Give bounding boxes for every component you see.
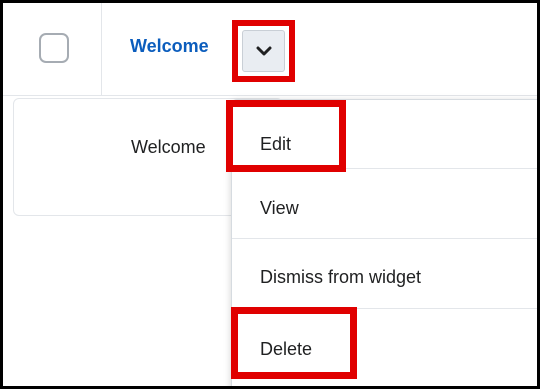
actions-dropdown-button[interactable] — [232, 20, 295, 82]
dropdown-button-face[interactable] — [242, 30, 285, 72]
screenshot-frame: Welcome Welcome Edit View Dismiss from w… — [0, 0, 540, 389]
list-row: Welcome — [3, 3, 537, 96]
menu-item-view[interactable]: View — [232, 170, 537, 239]
item-title-link[interactable]: Welcome — [130, 36, 209, 57]
menu-item-label: View — [260, 198, 299, 218]
select-checkbox[interactable] — [39, 33, 69, 63]
menu-item-label: Dismiss from widget — [260, 267, 422, 287]
card-text: Welcome — [131, 137, 206, 157]
chevron-down-icon — [256, 46, 271, 56]
edit-highlight-box — [226, 100, 346, 172]
menu-item-dismiss-from-widget[interactable]: Dismiss from widget — [232, 240, 537, 309]
column-divider — [101, 3, 102, 96]
delete-highlight-box — [231, 307, 357, 379]
